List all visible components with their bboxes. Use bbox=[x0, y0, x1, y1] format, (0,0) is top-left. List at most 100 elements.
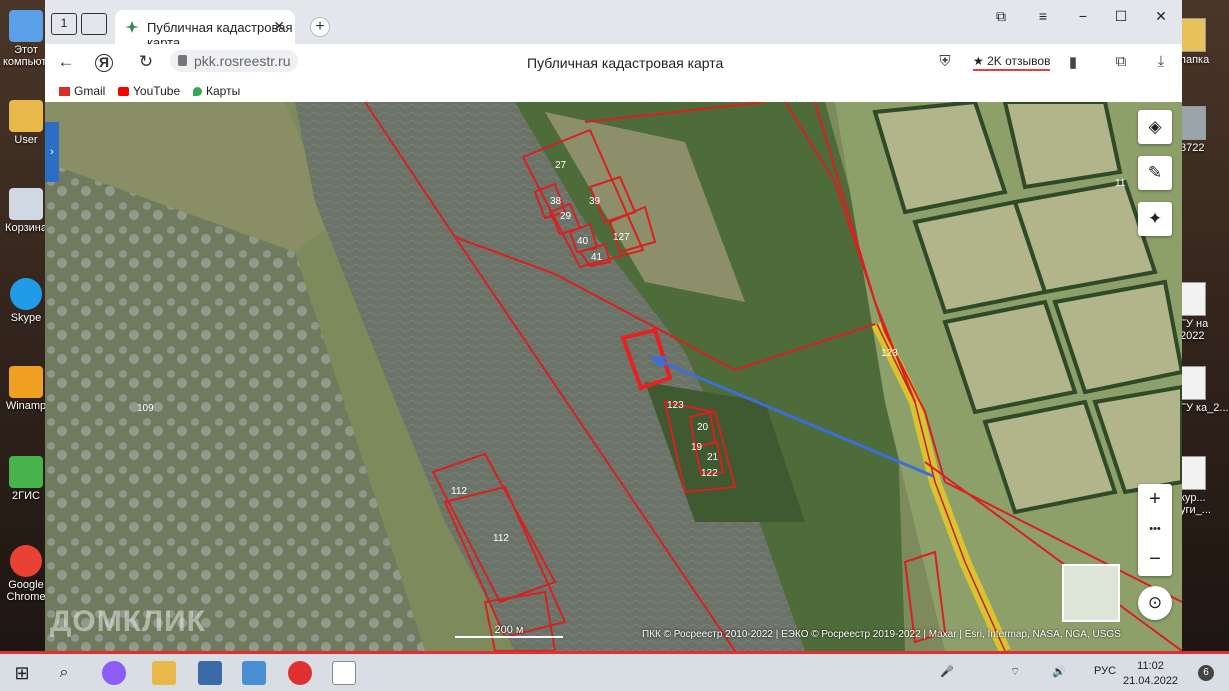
minimize-button[interactable]: − bbox=[1073, 8, 1093, 24]
browser-titlebar: 1 Публичная кадастровая карта ✕ + ⧉ ≡ − … bbox=[45, 0, 1182, 50]
recycle-bin-icon bbox=[9, 188, 43, 220]
map-pin-icon bbox=[193, 87, 202, 96]
side-panel-toggle[interactable]: › bbox=[45, 122, 59, 182]
bookmark-gmail[interactable]: Gmail bbox=[59, 84, 105, 98]
collections-icon[interactable]: ⧉ bbox=[1111, 53, 1131, 70]
map-attribution: ПКК © Росреестр 2010-2022 | ЕЭКО © Росре… bbox=[642, 629, 1121, 640]
parcel-label: 122 bbox=[701, 468, 718, 479]
desktop-file-kur[interactable]: кур... уги_... bbox=[1180, 456, 1229, 516]
desktop-file-3722[interactable]: 3722 bbox=[1180, 106, 1229, 154]
tabs-counter-button[interactable]: 1 bbox=[51, 13, 77, 35]
document-icon bbox=[1180, 456, 1206, 490]
zoom-out-button[interactable]: − bbox=[1138, 544, 1172, 574]
notepad-icon[interactable] bbox=[332, 661, 356, 685]
star-icon: ★ bbox=[973, 54, 984, 68]
tray-wifi-icon[interactable]: ⌔ bbox=[1010, 665, 1020, 679]
search-icon[interactable]: ⌕ bbox=[52, 661, 76, 685]
desktop-file-gu-ka[interactable]: ГУ ка_2... bbox=[1180, 366, 1229, 414]
desktop-icon-chrome[interactable]: Google Chrome bbox=[3, 545, 49, 603]
yandex-browser-icon[interactable] bbox=[288, 661, 312, 685]
lock-icon bbox=[178, 55, 187, 66]
windows-start-icon[interactable]: ⊞ bbox=[10, 661, 34, 685]
browser-window: 1 Публичная кадастровая карта ✕ + ⧉ ≡ − … bbox=[45, 0, 1182, 651]
parcel-label: 112 bbox=[451, 486, 467, 497]
desktop-icon-label: User bbox=[14, 134, 38, 146]
alice-icon[interactable] bbox=[102, 661, 126, 685]
skype-icon bbox=[10, 278, 42, 310]
computer-icon bbox=[9, 10, 43, 42]
clock-time: 11:02 bbox=[1137, 660, 1164, 672]
parcel-label: 39 bbox=[589, 196, 601, 207]
cadastral-map[interactable]: 27 39 38 29 40 127 41 123 20 19 21 122 1… bbox=[45, 102, 1182, 651]
layers-button[interactable]: ◈ bbox=[1138, 110, 1172, 144]
menu-icon[interactable]: ≡ bbox=[1033, 8, 1053, 24]
new-tab-button[interactable]: + bbox=[310, 17, 330, 37]
desktop-file-gu-2022[interactable]: ГУ на 2022 bbox=[1180, 282, 1229, 342]
folder-tabs-icon[interactable] bbox=[81, 13, 107, 35]
url-text: pkk.rosreestr.ru bbox=[194, 53, 291, 69]
back-arrow-icon[interactable]: ← bbox=[55, 52, 77, 72]
zoom-more-button[interactable]: ••• bbox=[1138, 514, 1172, 544]
bookmark-label: YouTube bbox=[133, 84, 181, 98]
app-window-icon[interactable] bbox=[198, 661, 222, 685]
desktop-icon-user[interactable]: User bbox=[3, 100, 49, 146]
reviews-link[interactable]: ★ 2K отзывов bbox=[973, 54, 1051, 71]
document-icon bbox=[1180, 366, 1206, 400]
desktop-icon-label: 3722 bbox=[1180, 142, 1205, 154]
locate-button[interactable]: ✦ bbox=[1138, 202, 1172, 236]
minimap-thumbnail[interactable] bbox=[1062, 564, 1120, 622]
download-icon[interactable]: ⤓ bbox=[1151, 53, 1171, 70]
desktop-icon-label: ГУ ка_2... bbox=[1180, 402, 1229, 414]
desktop-icon-this-pc[interactable]: Этот компьютер bbox=[3, 10, 58, 68]
bookmark-label: Карты bbox=[206, 84, 241, 98]
address-bar: ← Я ↻ pkk.rosreestr.ru Публичная кадастр… bbox=[45, 44, 1182, 80]
desktop-icon-label: 2ГИС bbox=[12, 490, 40, 502]
parcel-label: 112 bbox=[493, 533, 509, 544]
tray-volume-icon[interactable]: 🔊 bbox=[1052, 665, 1066, 678]
bookmark-icon[interactable]: ▮ bbox=[1063, 53, 1083, 71]
reviews-text: 2K отзывов bbox=[987, 54, 1051, 68]
bookmark-label: Gmail bbox=[74, 84, 106, 98]
desktop-icon-2gis[interactable]: 2ГИС bbox=[3, 456, 49, 502]
folder-icon bbox=[9, 100, 43, 132]
page-title: Публичная кадастровая карта bbox=[527, 55, 724, 71]
tray-mic-icon[interactable]: 🎤 bbox=[940, 665, 954, 678]
image-file-icon bbox=[1180, 106, 1206, 140]
desktop-icon-skype[interactable]: Skype bbox=[3, 278, 49, 324]
bookmark-maps[interactable]: Карты bbox=[193, 84, 240, 98]
ruler-button[interactable]: ✎ bbox=[1138, 156, 1172, 190]
desktop-icon-label: Корзина bbox=[5, 222, 47, 234]
desktop-file-folder[interactable]: папка bbox=[1180, 18, 1229, 66]
bookmark-youtube[interactable]: YouTube bbox=[118, 84, 180, 98]
tray-language[interactable]: РУС bbox=[1094, 665, 1116, 677]
ruler-icon: ✎ bbox=[1147, 163, 1163, 182]
winamp-icon bbox=[9, 366, 43, 398]
zoom-in-button[interactable]: + bbox=[1138, 484, 1172, 514]
desktop-icon-winamp[interactable]: Winamp bbox=[3, 366, 49, 412]
parcel-label: 127 bbox=[613, 232, 630, 243]
url-field[interactable]: pkk.rosreestr.ru bbox=[170, 50, 299, 72]
explorer-icon[interactable] bbox=[152, 661, 176, 685]
yandex-icon[interactable]: Я bbox=[95, 54, 113, 72]
bookmarks-bar: Gmail YouTube Карты bbox=[45, 80, 1182, 102]
tab-active[interactable]: Публичная кадастровая карта ✕ bbox=[115, 10, 295, 50]
scale-label: 200 м bbox=[494, 624, 524, 636]
parcel-label: 27 bbox=[555, 160, 567, 171]
calculator-icon[interactable] bbox=[242, 661, 266, 685]
system-clock[interactable]: 11:02 21.04.2022 bbox=[1123, 659, 1178, 689]
close-window-button[interactable]: ✕ bbox=[1151, 8, 1171, 25]
satellite-map-canvas: 27 39 38 29 40 127 41 123 20 19 21 122 1… bbox=[45, 102, 1182, 651]
gmail-icon bbox=[59, 87, 70, 96]
bookmarks-panel-icon[interactable]: ⧉ bbox=[991, 8, 1011, 25]
protect-icon[interactable]: ⛨ bbox=[935, 53, 955, 70]
maximize-button[interactable]: ☐ bbox=[1111, 8, 1131, 25]
compass-button[interactable]: ⊙ bbox=[1138, 586, 1172, 620]
tab-close-icon[interactable]: ✕ bbox=[273, 18, 285, 35]
reload-icon[interactable]: ↻ bbox=[135, 52, 157, 72]
parcel-label: 41 bbox=[591, 252, 603, 263]
parcel-label: 20 bbox=[697, 422, 709, 433]
document-icon bbox=[1180, 282, 1206, 316]
parcel-label: 40 bbox=[577, 236, 589, 247]
notifications-badge[interactable]: 6 bbox=[1198, 665, 1214, 681]
desktop-icon-recycle-bin[interactable]: Корзина bbox=[3, 188, 49, 234]
